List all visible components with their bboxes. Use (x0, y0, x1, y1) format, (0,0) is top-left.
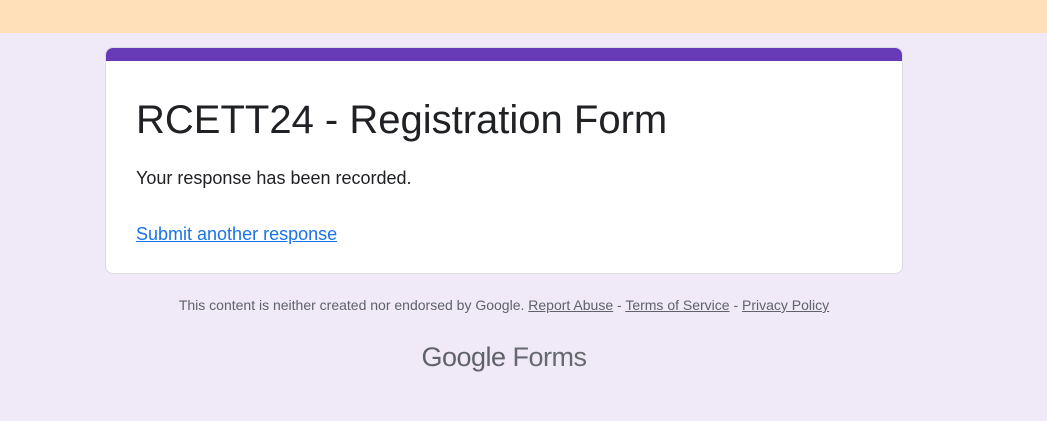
footer-separator: - (733, 297, 739, 313)
confirmation-message: Your response has been recorded. (136, 168, 412, 188)
google-forms-logo[interactable]: Google Forms (105, 340, 903, 374)
top-banner-band (0, 0, 1047, 33)
form-title: RCETT24 - Registration Form (136, 98, 668, 142)
brand-forms-wordmark: Forms (512, 342, 588, 372)
terms-of-service-link[interactable]: Terms of Service (625, 297, 729, 313)
footer-separator: - (617, 297, 622, 313)
footer-disclaimer: This content is neither created nor endo… (178, 297, 525, 313)
footer: This content is neither created nor endo… (105, 296, 903, 314)
brand-google-wordmark: Google (421, 342, 506, 372)
card-accent-bar (106, 48, 902, 61)
report-abuse-link[interactable]: Report Abuse (528, 297, 613, 313)
submit-another-response-link[interactable]: Submit another response (136, 223, 337, 245)
privacy-policy-link[interactable]: Privacy Policy (742, 297, 829, 313)
confirmation-card: RCETT24 - Registration Form Your respons… (105, 47, 903, 274)
